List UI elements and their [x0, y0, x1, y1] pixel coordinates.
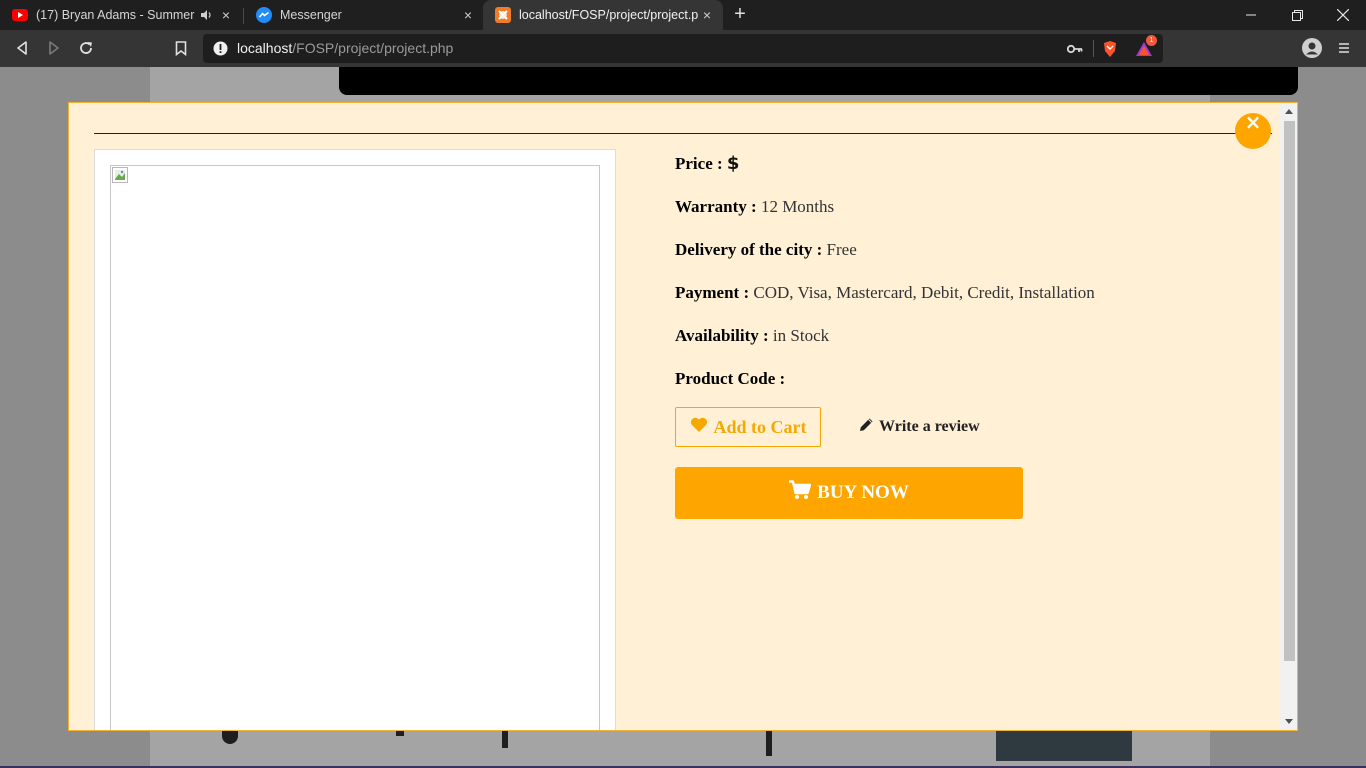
site-header-banner [339, 67, 1298, 95]
background-product-thumbnail [996, 731, 1132, 761]
key-icon[interactable] [1066, 40, 1084, 58]
minimize-icon[interactable] [1228, 0, 1274, 30]
background-furniture-leg [502, 730, 508, 748]
warranty-label: Warranty : [675, 197, 757, 216]
bookmark-icon[interactable] [169, 36, 193, 60]
tab-title: (17) Bryan Adams - Summer O [36, 8, 198, 22]
scroll-down-icon[interactable] [1280, 713, 1297, 729]
brave-rewards-icon[interactable]: 1 [1135, 35, 1157, 58]
warranty-row: Warranty : 12 Months [675, 197, 834, 217]
product-image-card [94, 149, 616, 730]
restore-icon[interactable] [1274, 0, 1320, 30]
close-icon[interactable]: × [699, 7, 715, 23]
close-icon[interactable]: × [460, 7, 476, 23]
tab-messenger[interactable]: Messenger × [244, 0, 484, 30]
dollar-icon: $ [726, 153, 740, 174]
availability-row: Availability : in Stock [675, 326, 829, 346]
availability-value: in Stock [772, 326, 830, 345]
rewards-badge: 1 [1146, 35, 1157, 46]
scrollbar-thumb[interactable] [1284, 121, 1295, 661]
back-icon[interactable] [10, 36, 34, 60]
payment-value: COD, Visa, Mastercard, Debit, Credit, In… [753, 283, 1095, 302]
url-host: localhost [237, 40, 293, 56]
payment-row: Payment : COD, Visa, Mastercard, Debit, … [675, 283, 1095, 303]
xampp-icon [495, 7, 511, 23]
modal-divider [94, 133, 1272, 134]
scroll-up-icon[interactable] [1280, 103, 1297, 119]
forward-icon[interactable] [42, 36, 66, 60]
tab-strip: (17) Bryan Adams - Summer O × Messenger … [0, 0, 1366, 30]
new-tab-button[interactable]: + [730, 4, 750, 25]
payment-label: Payment : [675, 283, 750, 302]
close-icon[interactable]: × [218, 7, 234, 23]
availability-label: Availability : [675, 326, 769, 345]
tab-youtube[interactable]: (17) Bryan Adams - Summer O × [0, 0, 242, 30]
profile-avatar-icon[interactable] [1300, 36, 1324, 60]
product-code-row: Product Code : [675, 369, 785, 389]
site-info-icon[interactable] [213, 41, 228, 56]
modal-close-button[interactable]: × [1235, 110, 1271, 149]
tab-localhost[interactable]: localhost/FOSP/project/project.php × [483, 0, 723, 30]
youtube-icon [12, 7, 28, 23]
messenger-icon [256, 7, 272, 23]
product-modal: Price : $ Warranty : 12 Months Delivery … [68, 102, 1298, 731]
browser-toolbar: localhost/FOSP/project/project.php 1 [0, 30, 1366, 67]
menu-icon[interactable] [1332, 36, 1356, 60]
buy-now-button[interactable]: BUY NOW [675, 467, 1023, 519]
shopping-cart-icon [789, 480, 812, 506]
address-bar[interactable]: localhost/FOSP/project/project.php 1 [203, 34, 1163, 63]
background-furniture-leg [766, 730, 772, 756]
modal-scrollbar[interactable] [1280, 103, 1297, 730]
delivery-label: Delivery of the city : [675, 240, 823, 259]
product-image [110, 165, 600, 730]
url-path: /FOSP/project/project.php [292, 40, 454, 56]
pencil-icon [859, 417, 874, 437]
tab-title: localhost/FOSP/project/project.php [519, 8, 699, 22]
price-label: Price : [675, 154, 723, 173]
delivery-value: Free [826, 240, 857, 259]
delivery-row: Delivery of the city : Free [675, 240, 857, 260]
write-review-link[interactable]: Write a review [859, 417, 980, 437]
broken-image-icon [112, 167, 128, 183]
buy-now-label: BUY NOW [817, 482, 909, 503]
close-icon: × [1244, 110, 1262, 134]
speaker-icon[interactable] [198, 7, 214, 23]
reload-icon[interactable] [74, 36, 98, 60]
write-review-label: Write a review [879, 418, 980, 435]
url-text[interactable]: localhost/FOSP/project/project.php [237, 40, 453, 56]
warranty-value: 12 Months [760, 197, 835, 216]
brave-shields-icon[interactable] [1101, 40, 1119, 58]
add-to-cart-button[interactable]: Add to Cart [675, 407, 821, 447]
product-code-label: Product Code : [675, 369, 786, 388]
heart-icon [690, 417, 708, 438]
omnibox-divider [1093, 40, 1094, 57]
price-row: Price : $ [675, 153, 739, 174]
window-close-icon[interactable] [1320, 0, 1366, 30]
add-to-cart-label: Add to Cart [713, 416, 807, 437]
tab-title: Messenger [280, 8, 342, 22]
